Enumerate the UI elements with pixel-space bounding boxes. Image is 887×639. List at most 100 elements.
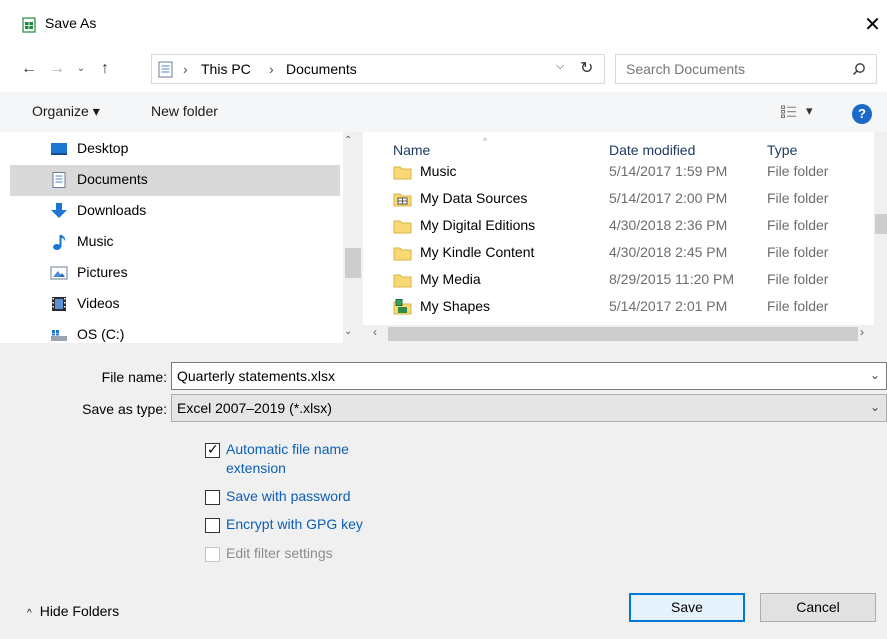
back-arrow-icon[interactable]: ← xyxy=(18,54,40,84)
file-row-my-shapes[interactable]: My Shapes 5/14/2017 2:01 PM File folder xyxy=(363,294,871,321)
command-bar: Organize ▾ New folder ▾ xyxy=(0,92,887,132)
file-name: My Kindle Content xyxy=(420,244,535,260)
cancel-button[interactable]: Cancel xyxy=(760,593,876,622)
data-sources-folder-icon xyxy=(393,193,412,207)
nav-item-label: Documents xyxy=(77,171,148,187)
search-icon[interactable] xyxy=(852,62,866,76)
search-input[interactable] xyxy=(626,60,826,78)
save-as-type-dropdown-icon[interactable]: ⌄ xyxy=(870,400,880,414)
nav-item-pictures[interactable]: Pictures xyxy=(10,258,340,289)
pictures-icon xyxy=(50,266,68,280)
nav-item-desktop[interactable]: Desktop xyxy=(10,134,340,165)
breadcrumb-this-pc[interactable]: This PC xyxy=(201,61,251,77)
auto-extension-label[interactable]: Automatic file name extension xyxy=(226,440,396,478)
save-as-type-value: Excel 2007–2019 (*.xlsx) xyxy=(177,400,332,416)
encrypt-gpg-label[interactable]: Encrypt with GPG key xyxy=(226,516,363,532)
hide-folders-button[interactable]: ^ Hide Folders xyxy=(27,603,119,619)
file-date: 4/30/2018 2:45 PM xyxy=(609,244,728,260)
file-type: File folder xyxy=(767,217,829,233)
file-type: File folder xyxy=(767,190,829,206)
auto-extension-checkbox[interactable] xyxy=(205,441,220,458)
breadcrumb-separator-icon[interactable]: › xyxy=(183,61,188,77)
file-type: File folder xyxy=(767,244,829,260)
file-name-combobox[interactable]: ⌄ xyxy=(171,362,887,390)
nav-scroll-up-icon[interactable]: ⌃ xyxy=(344,135,352,146)
file-row-my-media[interactable]: My Media 8/29/2015 11:20 PM File folder xyxy=(363,267,871,294)
file-type: File folder xyxy=(767,271,829,287)
breadcrumb-documents[interactable]: Documents xyxy=(286,61,357,77)
nav-item-label: OS (C:) xyxy=(77,326,125,342)
folder-icon xyxy=(393,274,412,288)
file-name: My Media xyxy=(420,271,481,287)
details-view-icon xyxy=(781,105,796,118)
title-bar: Save As ✕ xyxy=(0,0,887,46)
help-icon[interactable]: ? xyxy=(852,104,872,124)
documents-icon xyxy=(52,172,66,188)
save-as-type-label: Save as type: xyxy=(82,401,167,417)
nav-item-videos[interactable]: Videos xyxy=(10,289,340,320)
file-type: File folder xyxy=(767,298,829,314)
address-dropdown-icon[interactable]: ⌵ xyxy=(556,60,564,73)
save-button[interactable]: Save xyxy=(629,593,745,622)
file-list-vertical-scrollbar-thumb[interactable] xyxy=(875,214,887,234)
nav-scroll-down-icon[interactable]: ⌄ xyxy=(344,326,352,337)
encrypt-gpg-checkbox[interactable] xyxy=(205,518,220,533)
file-date: 4/30/2018 2:36 PM xyxy=(609,217,728,233)
file-name-input[interactable] xyxy=(177,367,857,385)
file-row-my-kindle-content[interactable]: My Kindle Content 4/30/2018 2:45 PM File… xyxy=(363,240,871,267)
navigation-pane[interactable]: Desktop Documents Downloads Music Pictur… xyxy=(0,132,362,343)
file-name: My Data Sources xyxy=(420,190,528,206)
file-name-dropdown-icon[interactable]: ⌄ xyxy=(870,368,880,382)
nav-item-label: Music xyxy=(77,233,114,249)
file-type: File folder xyxy=(767,163,829,179)
file-list-horizontal-scrollbar-thumb[interactable] xyxy=(388,327,858,341)
file-date: 8/29/2015 11:20 PM xyxy=(609,271,735,287)
file-name: My Digital Editions xyxy=(420,217,536,233)
spreadsheet-app-icon xyxy=(22,17,36,33)
file-date: 5/14/2017 2:00 PM xyxy=(609,190,728,206)
breadcrumb-separator-icon[interactable]: › xyxy=(269,61,274,77)
nav-item-music[interactable]: Music xyxy=(10,227,340,258)
folder-icon xyxy=(393,247,412,261)
file-row-my-data-sources[interactable]: My Data Sources 5/14/2017 2:00 PM File f… xyxy=(363,186,871,213)
file-row-my-digital-editions[interactable]: My Digital Editions 4/30/2018 2:36 PM Fi… xyxy=(363,213,871,240)
save-as-type-select[interactable]: Excel 2007–2019 (*.xlsx) ⌄ xyxy=(171,394,887,422)
refresh-icon[interactable]: ↻ xyxy=(580,58,593,78)
nav-item-downloads[interactable]: Downloads xyxy=(10,196,340,227)
recent-locations-chevron-icon[interactable]: ⌄ xyxy=(72,54,90,84)
window-title: Save As xyxy=(45,15,97,31)
save-with-password-label[interactable]: Save with password xyxy=(226,488,351,504)
edit-filter-settings-label: Edit filter settings xyxy=(226,545,333,561)
file-list[interactable]: ^ Name Date modified Type Music 5/14/201… xyxy=(363,132,887,325)
forward-arrow-icon[interactable]: → xyxy=(46,54,68,84)
file-row-music[interactable]: Music 5/14/2017 1:59 PM File folder xyxy=(363,163,871,186)
nav-item-label: Pictures xyxy=(77,264,128,280)
change-view-button[interactable]: ▾ xyxy=(781,103,821,120)
file-name: My Shapes xyxy=(420,298,491,314)
column-header-date-modified[interactable]: Date modified xyxy=(609,142,695,158)
column-header-type[interactable]: Type xyxy=(767,142,797,158)
nav-scrollbar-thumb[interactable] xyxy=(345,248,361,278)
scroll-left-icon[interactable]: ‹ xyxy=(373,325,377,339)
address-bar[interactable]: › This PC › Documents ⌵ ↻ xyxy=(151,54,605,84)
nav-item-label: Videos xyxy=(77,295,120,311)
nav-scrollbar[interactable] xyxy=(343,132,362,343)
nav-item-label: Desktop xyxy=(77,140,129,156)
drive-icon xyxy=(51,330,67,341)
chevron-up-icon: ^ xyxy=(27,608,32,619)
scroll-right-icon[interactable]: › xyxy=(860,325,864,339)
new-folder-button[interactable]: New folder xyxy=(151,103,218,119)
search-box[interactable] xyxy=(615,54,877,84)
desktop-icon xyxy=(51,143,67,155)
organize-menu-button[interactable]: Organize ▾ xyxy=(32,103,100,120)
folder-icon xyxy=(393,166,412,180)
nav-item-documents[interactable]: Documents xyxy=(10,165,340,196)
save-with-password-checkbox[interactable] xyxy=(205,490,220,505)
view-dropdown-icon[interactable]: ▾ xyxy=(806,103,813,119)
address-row: ← → ⌄ ↑ › This PC › Documents ⌵ ↻ xyxy=(0,46,887,92)
nav-item-os-c[interactable]: OS (C:) xyxy=(10,320,340,343)
up-arrow-icon[interactable]: ↑ xyxy=(94,54,116,84)
folder-icon xyxy=(393,220,412,234)
column-header-name[interactable]: Name xyxy=(393,142,430,158)
close-icon[interactable]: ✕ xyxy=(858,10,887,40)
